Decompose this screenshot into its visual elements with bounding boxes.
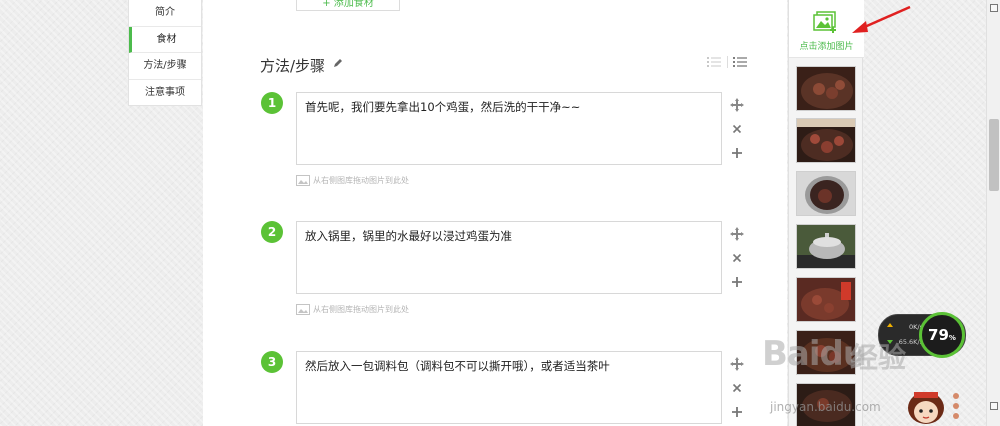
image-thumbnail[interactable] <box>796 383 856 426</box>
annotation-arrow <box>852 5 911 33</box>
close-icon[interactable] <box>730 251 744 265</box>
memory-percent-sign: % <box>948 334 956 342</box>
image-placeholder-icon <box>296 175 310 186</box>
mascot-icon <box>908 392 944 424</box>
close-icon[interactable] <box>730 381 744 395</box>
step-number: 3 <box>261 351 283 373</box>
upload-speed: 0K/s <box>909 323 923 331</box>
drag-image-hint: 从右侧图库拖动图片到此处 <box>296 304 409 316</box>
drag-image-hint-text: 从右侧图库拖动图片到此处 <box>313 305 409 314</box>
side-nav: 简介 食材 方法/步骤 注意事项 <box>128 0 202 106</box>
step-tools <box>730 357 744 426</box>
scroll-down-button[interactable] <box>990 402 998 410</box>
nav-item-steps[interactable]: 方法/步骤 <box>129 53 201 80</box>
toggle-divider <box>727 56 728 68</box>
move-icon[interactable] <box>730 227 744 241</box>
image-thumbnail[interactable] <box>796 66 856 111</box>
close-icon[interactable] <box>730 122 744 136</box>
image-thumbnail[interactable] <box>796 277 856 322</box>
image-thumbnail[interactable] <box>796 330 856 375</box>
nav-item-notes[interactable]: 注意事项 <box>129 80 201 107</box>
memory-gauge[interactable]: 79% <box>919 312 965 358</box>
bullet-list-icon[interactable] <box>733 56 747 68</box>
step-tools <box>730 98 744 170</box>
step-tools <box>730 227 744 299</box>
step-number: 1 <box>261 92 283 114</box>
add-ingredient-button[interactable]: + 添加食材 <box>296 0 400 11</box>
page-scrollbar[interactable] <box>986 0 1000 426</box>
add-image-label: 点击添加图片 <box>799 42 854 52</box>
add-image-icon <box>813 11 836 33</box>
decoration-icon <box>953 393 959 419</box>
move-icon[interactable] <box>730 98 744 112</box>
step-text-input[interactable]: 然后放入一包调料包（调料包不可以撕开哦），或者适当茶叶 <box>296 351 722 424</box>
plus-icon[interactable] <box>730 405 744 419</box>
image-thumbnail[interactable] <box>796 171 856 216</box>
nav-item-ingredients[interactable]: 食材 <box>129 26 201 53</box>
step-text-input[interactable]: 首先呢，我们要先拿出10个鸡蛋，然后洗的干干净~~ <box>296 92 722 165</box>
move-icon[interactable] <box>730 357 744 371</box>
step-text-input[interactable]: 放入锅里，锅里的水最好以浸过鸡蛋为准 <box>296 221 722 294</box>
step-number: 2 <box>261 221 283 243</box>
image-placeholder-icon <box>296 304 310 315</box>
scrollbar-thumb[interactable] <box>989 119 999 191</box>
scroll-up-button[interactable] <box>990 4 998 12</box>
image-library-panel: 点击添加图片 <box>788 0 864 426</box>
drag-image-hint-text: 从右侧图库拖动图片到此处 <box>313 176 409 185</box>
memory-percent: 79 <box>928 326 949 344</box>
ordered-list-icon[interactable] <box>707 56 721 68</box>
section-title: 方法/步骤 <box>260 57 326 75</box>
plus-icon[interactable] <box>730 146 744 160</box>
pencil-icon[interactable] <box>333 58 343 68</box>
image-thumbnail[interactable] <box>796 118 856 163</box>
plus-icon[interactable] <box>730 275 744 289</box>
editor-main: + 添加食材 方法/步骤 1 首先呢，我们要先拿出10个鸡蛋，然后洗的干干净~~… <box>203 0 787 426</box>
image-thumbnail[interactable] <box>796 224 856 269</box>
nav-item-intro[interactable]: 简介 <box>129 0 201 27</box>
view-toggle <box>707 56 747 68</box>
download-speed: 65.6K/s <box>898 338 923 346</box>
drag-image-hint: 从右侧图库拖动图片到此处 <box>296 175 409 187</box>
